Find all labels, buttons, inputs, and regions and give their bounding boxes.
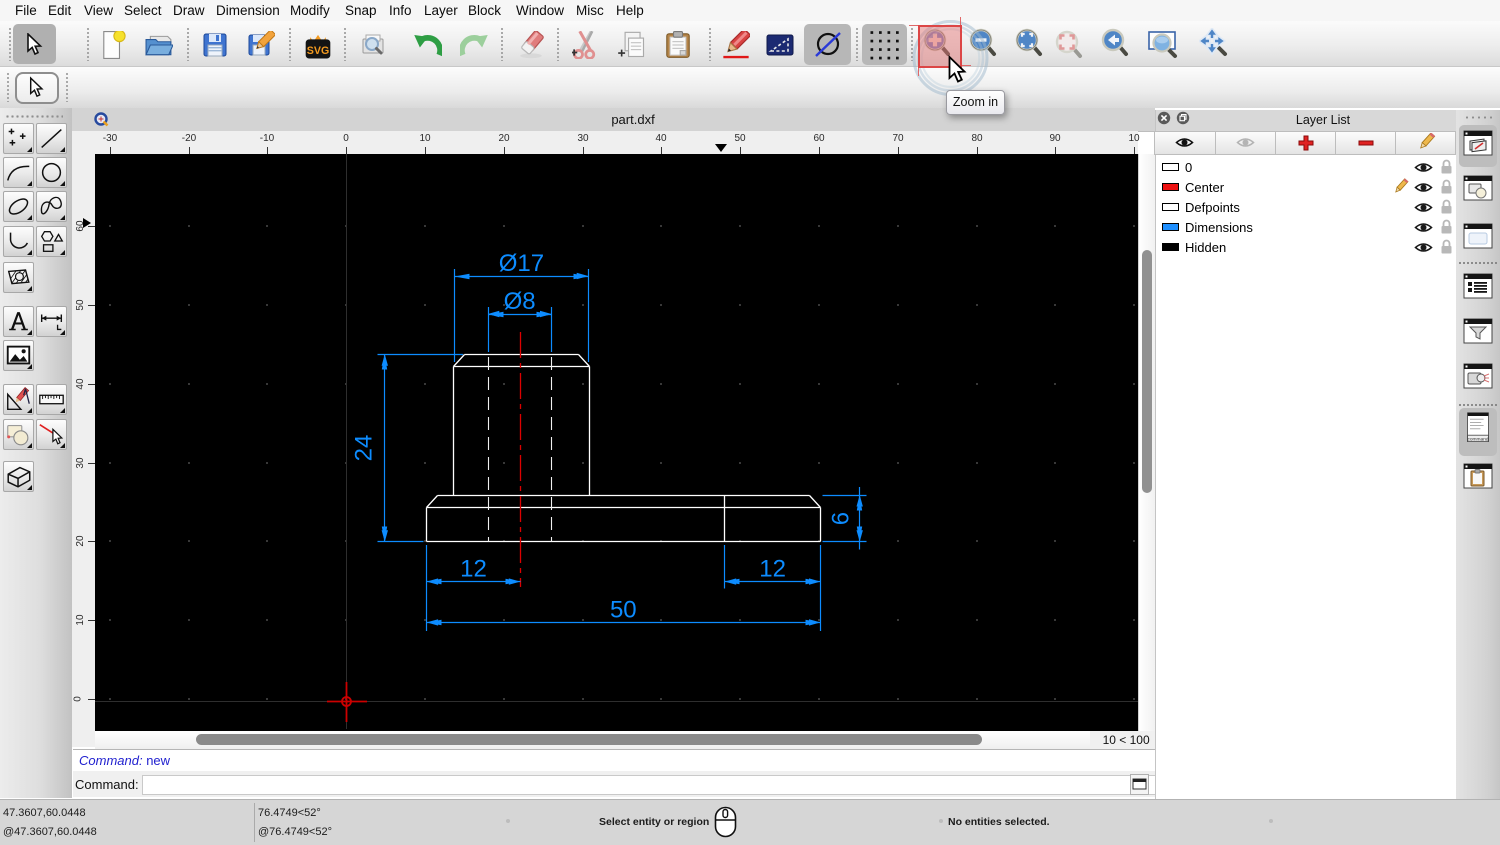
- svg-text:12: 12: [759, 556, 786, 583]
- svg-text:50: 50: [610, 596, 637, 623]
- svg-text:24: 24: [351, 435, 378, 462]
- svg-text:6: 6: [828, 512, 855, 525]
- svg-text:12: 12: [460, 556, 487, 583]
- svg-text:command: command: [1467, 436, 1488, 442]
- svg-text:SVG: SVG: [307, 45, 329, 57]
- svg-text:Ø8: Ø8: [504, 288, 536, 315]
- svg-text:Ø17: Ø17: [499, 250, 544, 277]
